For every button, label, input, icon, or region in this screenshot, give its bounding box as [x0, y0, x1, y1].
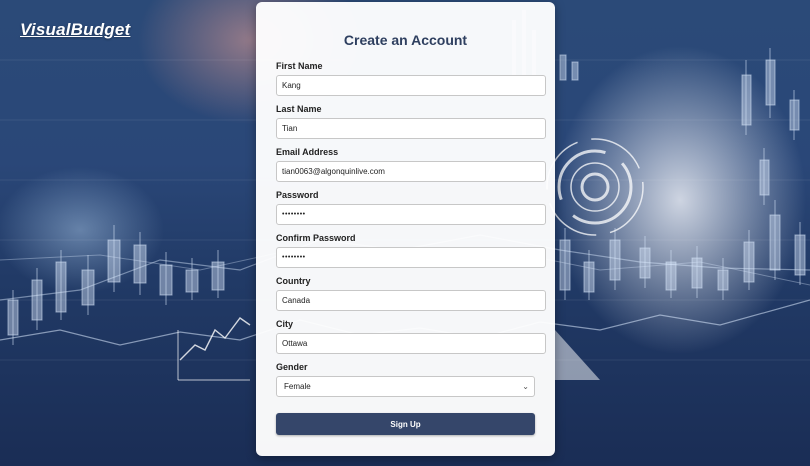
signup-card: Create an Account First Name Last Name E… — [256, 2, 555, 456]
confirm-password-label: Confirm Password — [276, 233, 356, 243]
password-label: Password — [276, 190, 319, 200]
city-label: City — [276, 319, 294, 329]
chevron-down-icon: ⌄ — [522, 382, 529, 391]
gender-label: Gender — [276, 362, 308, 372]
first-name-label: First Name — [276, 61, 323, 71]
gender-select[interactable]: Female ⌄ — [276, 376, 535, 397]
last-name-group: Last Name — [276, 103, 546, 139]
email-input[interactable] — [276, 161, 546, 182]
brand-logo[interactable]: VisualBudget — [20, 20, 130, 40]
city-group: City — [276, 318, 546, 354]
gender-selected-value: Female — [284, 382, 311, 391]
country-group: Country — [276, 275, 546, 311]
sign-up-button[interactable]: Sign Up — [276, 413, 535, 435]
password-group: Password — [276, 189, 546, 225]
first-name-input[interactable] — [276, 75, 546, 96]
country-input[interactable] — [276, 290, 546, 311]
last-name-input[interactable] — [276, 118, 546, 139]
gender-group: Gender Female ⌄ — [276, 361, 546, 397]
country-label: Country — [276, 276, 311, 286]
last-name-label: Last Name — [276, 104, 322, 114]
password-input[interactable] — [276, 204, 546, 225]
email-label: Email Address — [276, 147, 339, 157]
email-group: Email Address — [276, 146, 546, 182]
confirm-password-group: Confirm Password — [276, 232, 546, 268]
form-title: Create an Account — [343, 32, 468, 48]
confirm-password-input[interactable] — [276, 247, 546, 268]
city-input[interactable] — [276, 333, 546, 354]
first-name-group: First Name — [276, 60, 546, 96]
